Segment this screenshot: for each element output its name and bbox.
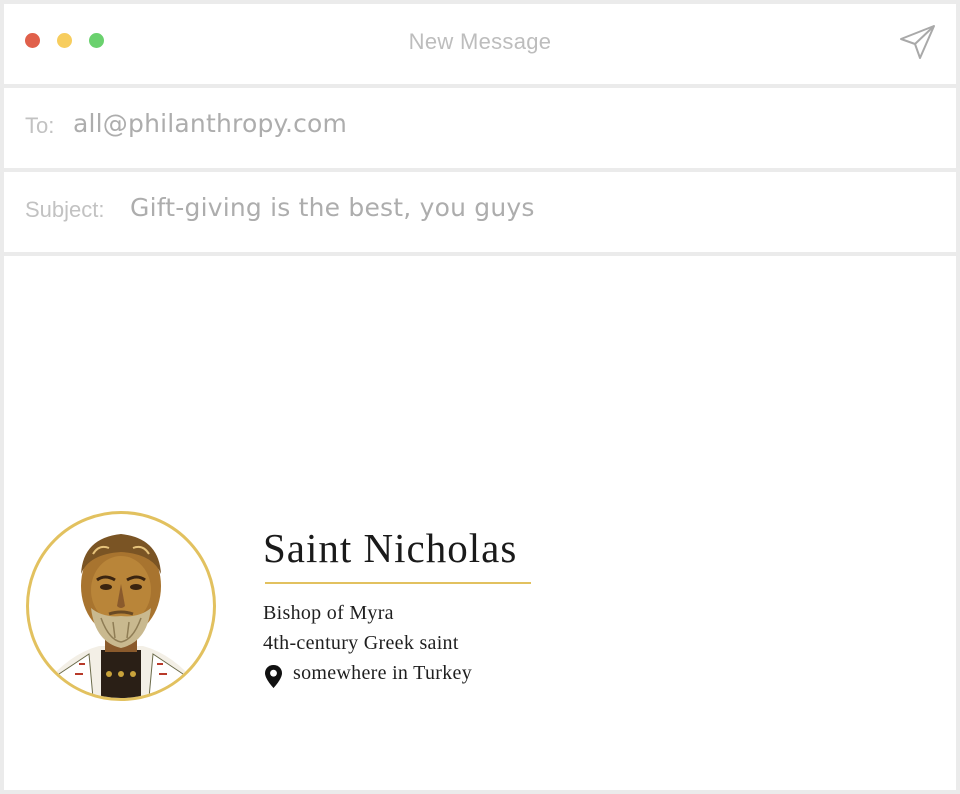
message-body[interactable]: Saint Nicholas Bishop of Myra 4th-centur…	[4, 256, 956, 790]
paper-plane-icon	[900, 25, 935, 59]
signature-divider	[265, 582, 531, 584]
signature-title: Bishop of Myra	[263, 602, 394, 624]
subject-field-row: Subject: Gift-giving is the best, you gu…	[4, 172, 956, 252]
avatar	[26, 511, 216, 701]
signature-description: 4th-century Greek saint	[263, 632, 459, 654]
subject-label: Subject:	[25, 197, 105, 222]
window-titlebar: New Message	[4, 4, 956, 84]
signature-name: Saint Nicholas	[263, 525, 518, 571]
signature-location: somewhere in Turkey	[293, 662, 473, 684]
saint-nicholas-icon-portrait	[43, 534, 199, 698]
to-field-row: To: all@philanthropy.com	[4, 88, 956, 168]
to-input[interactable]: all@philanthropy.com	[73, 109, 347, 138]
subject-input[interactable]: Gift-giving is the best, you guys	[130, 193, 535, 222]
map-pin-icon	[265, 665, 282, 688]
to-label: To:	[25, 113, 55, 138]
send-button[interactable]	[898, 22, 938, 62]
window-title: New Message	[408, 29, 552, 54]
